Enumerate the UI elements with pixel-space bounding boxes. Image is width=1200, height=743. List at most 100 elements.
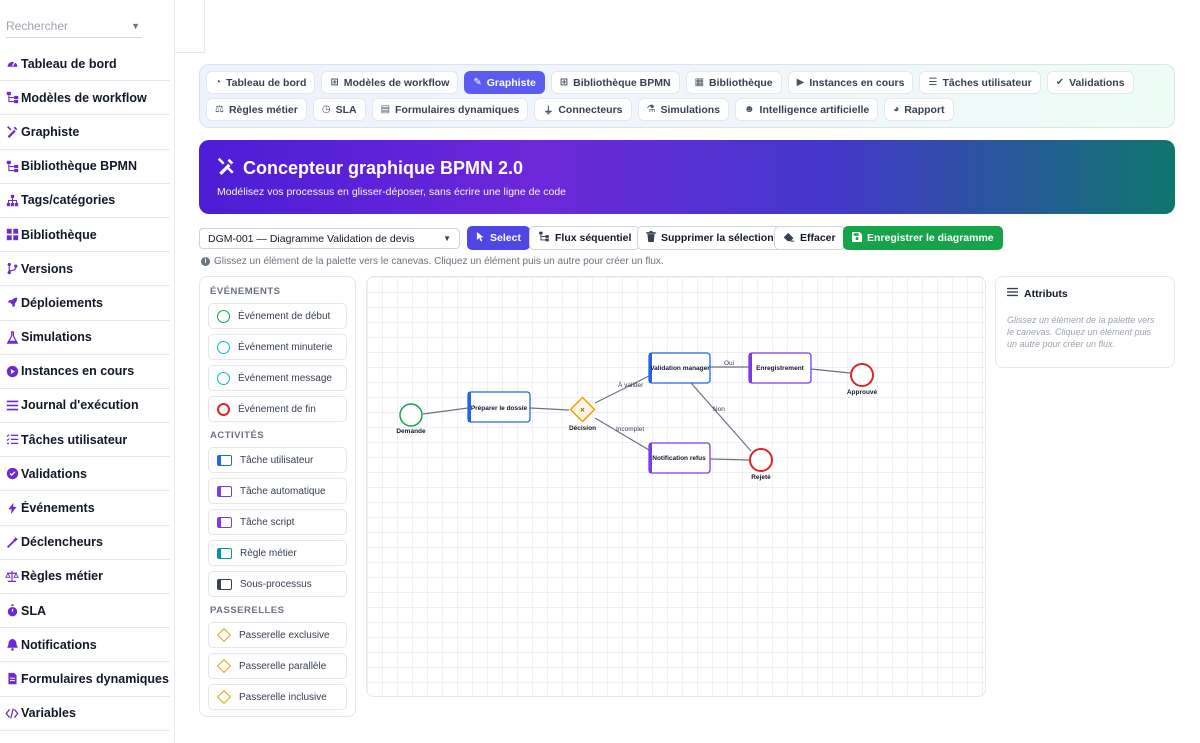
flow-label-incomplete: Incomplet — [616, 426, 644, 433]
tab-taches-utilisateur[interactable]: ☰ Tâches utilisateur — [919, 71, 1041, 94]
tab-simulations[interactable]: ⚗ Simulations — [637, 98, 729, 121]
palette-item-exclusive-gateway[interactable]: Passerelle exclusive — [208, 622, 347, 648]
tab-modeles-de-workflow[interactable]: ⊞ Modèles de workflow — [321, 71, 459, 94]
tab-bibliotheque[interactable]: ▦ Bibliothèque — [685, 71, 782, 94]
pen-ruler-icon: ✎ — [473, 77, 482, 88]
hierarchy-icon — [5, 193, 19, 207]
sidebar-item-bibliotheque-bpmn[interactable]: Bibliothèque BPMN — [0, 150, 170, 184]
sidebar-item-simulations[interactable]: Simulations — [0, 321, 170, 355]
sidebar-item-declencheurs[interactable]: Déclencheurs — [0, 526, 170, 560]
diagram-select[interactable]: DGM-001 — Diagramme Validation de devis … — [199, 228, 460, 249]
task-notify-label: Notification refus — [652, 455, 706, 462]
tab-regles-metier[interactable]: ⚖ Règles métier — [206, 98, 307, 121]
start-event-icon — [217, 309, 230, 323]
form-icon — [5, 672, 19, 686]
tab-bibliotheque-bpmn[interactable]: ⊞ Bibliothèque BPMN — [550, 71, 680, 94]
palette-item-timer-event[interactable]: Événement minuterie — [208, 334, 347, 360]
tab-graphiste[interactable]: ✎ Graphiste — [464, 71, 545, 94]
flow-validation-rejected[interactable] — [690, 382, 752, 452]
palette-item-user-task[interactable]: Tâche utilisateur — [208, 447, 347, 473]
start-event-label: Demande — [396, 428, 426, 435]
page-subtitle: Modélisez vos processus en glisser-dépos… — [217, 186, 567, 198]
sidebar-item-validations[interactable]: Validations — [0, 457, 170, 492]
clear-button[interactable]: Effacer — [774, 226, 845, 250]
sitemap-icon: ⊞ — [559, 77, 569, 88]
sidebar-item-modeles-de-workflow[interactable]: Modèles de workflow — [0, 81, 170, 116]
grid-icon — [5, 228, 19, 242]
tab-formulaires-dynamiques[interactable]: ▤ Formulaires dynamiques — [371, 98, 529, 121]
palette-item-parallel-gateway[interactable]: Passerelle parallèle — [208, 653, 347, 679]
sidebar-item-bibliotheque[interactable]: Bibliothèque — [0, 218, 170, 253]
inclusive-gateway-icon — [216, 689, 232, 705]
palette-section-gateways: PASSERELLES — [210, 605, 285, 616]
flow-notify-rejected[interactable] — [709, 458, 750, 461]
palette-item-auto-task[interactable]: Tâche automatique — [208, 478, 347, 504]
sidebar-item-formulaires-dynamiques[interactable]: Formulaires dynamiques — [0, 662, 170, 697]
palette-item-end-event[interactable]: Événement de fin — [208, 396, 347, 422]
sidebar-item-regles-metier[interactable]: Règles métier — [0, 560, 170, 594]
save-diagram-button[interactable]: Enregistrer le diagramme — [843, 226, 1003, 250]
sidebar-item-sla[interactable]: SLA — [0, 594, 170, 629]
sidebar-item-deploiements[interactable]: Déploiements — [0, 286, 170, 321]
end-event-approved[interactable] — [850, 363, 874, 387]
gauge-icon — [5, 57, 19, 71]
delete-selection-button[interactable]: Supprimer la sélection — [637, 226, 783, 250]
flow-prepare-gateway[interactable] — [529, 407, 570, 411]
flow-gateway-validation[interactable] — [594, 375, 650, 404]
canvas-hint: i Glissez un élément de la palette vers … — [201, 256, 664, 267]
trash-icon — [646, 231, 656, 245]
tab-intelligence-artificielle[interactable]: ☻ Intelligence artificielle — [735, 98, 879, 121]
auto-task-icon — [217, 485, 232, 497]
sidebar-item-journal-d-execution[interactable]: Journal d'exécution — [0, 389, 170, 424]
scale-icon — [5, 569, 19, 583]
flow-gateway-notify[interactable] — [594, 417, 650, 451]
header-corner — [175, 0, 205, 53]
end-event-icon — [217, 402, 230, 416]
sidebar-item-notifications[interactable]: Notifications — [0, 628, 170, 663]
tab-validations[interactable]: ✔ Validations — [1046, 71, 1134, 94]
start-event[interactable] — [399, 403, 423, 427]
flow-start-prepare[interactable] — [422, 407, 469, 415]
sidebar-item-taches-utilisateur[interactable]: Tâches utilisateur — [0, 423, 170, 458]
chevron-down-icon: ▼ — [131, 20, 140, 31]
bpmn-canvas[interactable]: À valider Incomplet Oui Non Demande Prép… — [366, 276, 986, 697]
sitemap-icon — [5, 159, 19, 173]
palette-item-start-event[interactable]: Événement de début — [208, 303, 347, 329]
tab-tableau-de-bord[interactable]: ◔ Tableau de bord — [206, 71, 316, 94]
sequence-flow-button[interactable]: Flux séquentiel — [529, 226, 641, 250]
end-event-rejected[interactable] — [749, 448, 773, 472]
task-prepare-label: Préparer le dossie — [471, 405, 528, 412]
stopwatch-icon — [5, 604, 19, 618]
tab-instances-en-cours[interactable]: ▶ Instances en cours — [787, 71, 914, 94]
robot-icon: ☻ — [744, 104, 755, 115]
flow-label-to-validate: À valider — [618, 380, 644, 389]
tabs-row-1: ◔ Tableau de bord ⊞ Modèles de workflow ✎ G… — [206, 71, 1168, 94]
sidebar-item-graphiste[interactable]: Graphiste — [0, 115, 170, 150]
tab-rapport[interactable]: ◕ Rapport — [884, 98, 954, 121]
search-select[interactable]: Rechercher ▼ — [6, 14, 142, 38]
flow-register-approved[interactable] — [810, 368, 851, 374]
module-tabs: ◔ Tableau de bord ⊞ Modèles de workflow ✎ G… — [199, 64, 1175, 128]
flask-icon — [5, 330, 19, 344]
sidebar-item-instances-en-cours[interactable]: Instances en cours — [0, 355, 170, 389]
sidebar-item-tags-categories[interactable]: Tags/catégories — [0, 184, 170, 218]
sidebar-item-versions[interactable]: Versions — [0, 252, 170, 287]
plug-icon: ⏚ — [543, 106, 554, 117]
sidebar-item-variables[interactable]: Variables — [0, 697, 170, 731]
task-validation-manager-label: Validation manager — [650, 365, 710, 372]
task-register-marker — [749, 353, 752, 383]
palette-item-message-event[interactable]: Événement message — [208, 365, 347, 391]
check-circle-icon: ✔ — [1055, 77, 1065, 88]
palette-item-subprocess[interactable]: Sous-processus — [208, 571, 347, 597]
eraser-icon — [783, 232, 795, 245]
sidebar-item-tableau-de-bord[interactable]: Tableau de bord — [0, 47, 170, 82]
palette-item-script-task[interactable]: Tâche script — [208, 509, 347, 535]
select-tool-button[interactable]: Select — [467, 226, 530, 250]
palette-item-business-rule[interactable]: Règle métier — [208, 540, 347, 566]
tab-sla[interactable]: ◷ SLA — [312, 98, 366, 121]
palette-item-inclusive-gateway[interactable]: Passerelle inclusive — [208, 684, 347, 710]
save-icon — [852, 231, 862, 245]
tab-connecteurs[interactable]: ⏚ Connecteurs — [534, 98, 632, 121]
cursor-icon — [476, 231, 485, 245]
sidebar-item-evenements[interactable]: Événements — [0, 491, 170, 526]
